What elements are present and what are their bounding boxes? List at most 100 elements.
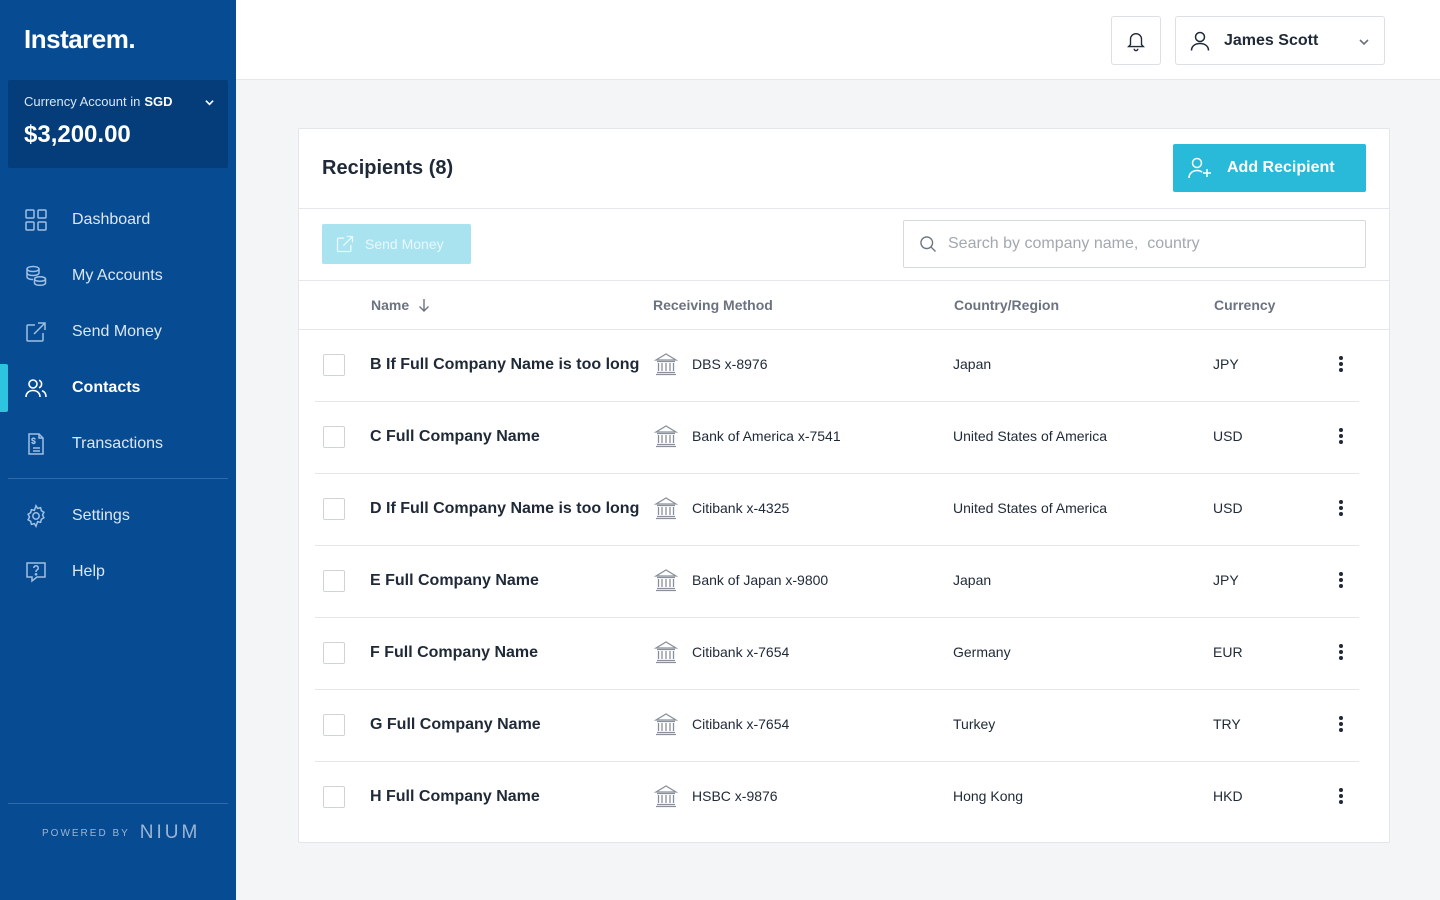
table-row[interactable]: G Full Company Name Citibank x-7654 Turk… (315, 690, 1359, 762)
column-header-currency: Currency (1214, 297, 1276, 313)
grid-icon (24, 208, 48, 232)
column-header-name[interactable]: Name (371, 297, 431, 313)
nav-divider (8, 478, 228, 479)
sidebar: Instarem. Currency Account in SGD $3,200… (0, 0, 236, 900)
table-row[interactable]: E Full Company Name Bank of Japan x-9800… (315, 546, 1359, 618)
currency: JPY (1213, 572, 1239, 588)
send-money-button[interactable]: Send Money (322, 224, 471, 264)
row-checkbox[interactable] (323, 570, 345, 592)
table-row[interactable]: B If Full Company Name is too long DBS x… (315, 330, 1359, 402)
bank-icon (654, 641, 678, 664)
user-icon (1190, 31, 1210, 51)
nav-label: My Accounts (72, 267, 163, 284)
company-name[interactable]: F Full Company Name (370, 644, 640, 662)
gear-icon (24, 504, 48, 528)
send-icon (335, 234, 355, 254)
nav-item-my-accounts[interactable]: My Accounts (0, 248, 236, 304)
main-nav: Dashboard My Accounts Send Money Contact… (0, 192, 236, 472)
sort-arrow-down-icon (419, 299, 430, 312)
account-balance: $3,200.00 (24, 121, 131, 148)
chevron-down-icon (205, 100, 214, 106)
nav-label: Transactions (72, 435, 163, 452)
search-input[interactable] (948, 235, 1348, 253)
currency: USD (1213, 428, 1243, 444)
receiving-method: Citibank x-4325 (692, 500, 790, 516)
bank-icon (654, 569, 678, 592)
table-row[interactable]: C Full Company Name Bank of America x-75… (315, 402, 1359, 474)
company-name[interactable]: C Full Company Name (370, 428, 640, 446)
recipients-table-body: B If Full Company Name is too long DBS x… (315, 330, 1359, 834)
country: Turkey (953, 716, 996, 732)
nav-item-dashboard[interactable]: Dashboard (0, 192, 236, 248)
card-header: Recipients (8) Add Recipient (299, 129, 1389, 209)
country: Japan (953, 572, 992, 588)
table-row[interactable]: D If Full Company Name is too long Citib… (315, 474, 1359, 546)
row-checkbox[interactable] (323, 642, 345, 664)
table-header: Name Receiving Method Country/Region Cur… (299, 281, 1389, 330)
send-icon (24, 320, 48, 344)
row-checkbox[interactable] (323, 426, 345, 448)
company-name[interactable]: D If Full Company Name is too long (370, 500, 640, 518)
column-header-country: Country/Region (954, 297, 1059, 313)
account-currency: SGD (144, 94, 173, 109)
nav-label: Help (72, 563, 105, 580)
column-name-label: Name (371, 297, 410, 313)
company-name[interactable]: H Full Company Name (370, 788, 640, 806)
nav-label: Dashboard (72, 211, 151, 228)
table-row[interactable]: F Full Company Name Citibank x-7654 Germ… (315, 618, 1359, 690)
row-checkbox[interactable] (323, 786, 345, 808)
receiving-method: HSBC x-9876 (692, 788, 778, 804)
user-menu[interactable]: James Scott (1175, 16, 1385, 65)
contacts-icon (24, 376, 48, 400)
row-checkbox[interactable] (323, 714, 345, 736)
powered-by: POWERED BY NIUM (42, 822, 200, 844)
footer-divider (8, 803, 228, 804)
nav-item-settings[interactable]: Settings (0, 488, 236, 544)
row-more-icon[interactable] (1335, 642, 1347, 662)
company-name[interactable]: G Full Company Name (370, 716, 640, 734)
bank-icon (654, 713, 678, 736)
row-more-icon[interactable] (1335, 426, 1347, 446)
row-more-icon[interactable] (1335, 714, 1347, 734)
company-name[interactable]: E Full Company Name (370, 572, 640, 590)
column-header-method: Receiving Method (653, 297, 773, 313)
page-title: Recipients (8) (322, 157, 454, 179)
row-checkbox[interactable] (323, 354, 345, 376)
user-name: James Scott (1224, 31, 1319, 49)
row-more-icon[interactable] (1335, 570, 1347, 590)
currency-account-selector[interactable]: Currency Account in SGD $3,200.00 (8, 80, 228, 168)
receiving-method: Bank of Japan x-9800 (692, 572, 829, 588)
account-label: Currency Account in SGD (24, 94, 212, 109)
country: United States of America (953, 500, 1108, 516)
nav-item-transactions[interactable]: Transactions (0, 416, 236, 472)
add-recipient-button[interactable]: Add Recipient (1173, 144, 1366, 192)
country: United States of America (953, 428, 1108, 444)
search-box[interactable] (903, 220, 1366, 268)
coins-icon (24, 264, 48, 288)
bank-icon (654, 497, 678, 520)
row-checkbox[interactable] (323, 498, 345, 520)
currency: EUR (1213, 644, 1243, 660)
nium-logo: NIUM (139, 822, 201, 843)
bank-icon (654, 785, 678, 808)
recipients-card: Recipients (8) Add Recipient Send Money … (298, 128, 1390, 843)
powered-by-text: POWERED BY (42, 827, 130, 839)
bell-icon (1127, 32, 1145, 51)
bank-icon (654, 425, 678, 448)
instarem-logo[interactable]: Instarem. (24, 24, 136, 55)
currency: HKD (1213, 788, 1243, 804)
notifications-button[interactable] (1111, 16, 1161, 65)
country: Japan (953, 356, 992, 372)
nav-item-contacts[interactable]: Contacts (0, 360, 236, 416)
add-user-icon (1187, 155, 1213, 181)
receipt-icon (24, 432, 48, 456)
table-row[interactable]: H Full Company Name HSBC x-9876 Hong Kon… (315, 762, 1359, 834)
nav-item-send-money[interactable]: Send Money (0, 304, 236, 360)
nav-label: Send Money (72, 323, 162, 340)
row-more-icon[interactable] (1335, 786, 1347, 806)
row-more-icon[interactable] (1335, 498, 1347, 518)
row-more-icon[interactable] (1335, 354, 1347, 374)
nav-item-help[interactable]: Help (0, 544, 236, 600)
send-money-label: Send Money (365, 236, 444, 252)
company-name[interactable]: B If Full Company Name is too long (370, 356, 640, 374)
